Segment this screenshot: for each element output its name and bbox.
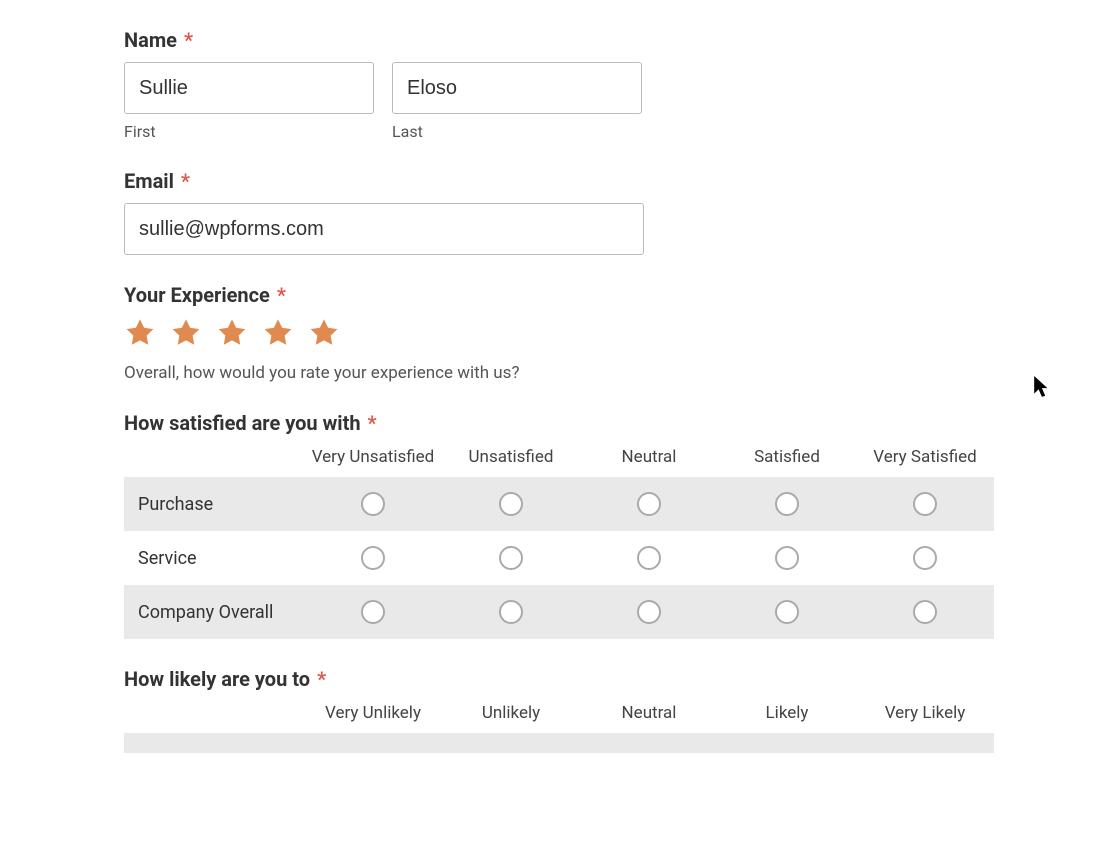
radio-button[interactable] bbox=[775, 492, 799, 516]
radio-button[interactable] bbox=[361, 492, 385, 516]
matrix-cell bbox=[304, 492, 442, 516]
experience-field: Your Experience * Overall, how would you… bbox=[124, 283, 996, 383]
star-icon[interactable] bbox=[262, 317, 294, 349]
cursor-icon bbox=[1034, 376, 1052, 398]
radio-button[interactable] bbox=[499, 600, 523, 624]
star-icon[interactable] bbox=[308, 317, 340, 349]
radio-button[interactable] bbox=[913, 492, 937, 516]
radio-button[interactable] bbox=[361, 546, 385, 570]
email-label: Email * bbox=[124, 169, 996, 193]
radio-button[interactable] bbox=[913, 600, 937, 624]
matrix-cell bbox=[718, 546, 856, 570]
required-marker: * bbox=[368, 411, 377, 435]
name-label-text: Name bbox=[124, 28, 177, 52]
radio-button[interactable] bbox=[637, 492, 661, 516]
experience-label-text: Your Experience bbox=[124, 283, 270, 307]
last-name-input[interactable] bbox=[392, 62, 642, 114]
matrix-row-label bbox=[124, 733, 304, 753]
survey-form: Name * First Last Email * Your Experienc… bbox=[0, 0, 996, 753]
matrix-column-header: Neutral bbox=[580, 447, 718, 467]
matrix-cell bbox=[580, 600, 718, 624]
required-marker: * bbox=[317, 667, 326, 691]
likelihood-label-text: How likely are you to bbox=[124, 667, 310, 691]
matrix-column-header: Satisfied bbox=[718, 447, 856, 467]
radio-button[interactable] bbox=[775, 546, 799, 570]
matrix-cell bbox=[856, 600, 994, 624]
matrix-row-label: Company Overall bbox=[124, 592, 304, 633]
likelihood-label: How likely are you to * bbox=[124, 667, 996, 691]
matrix-column-header: Likely bbox=[718, 703, 856, 723]
matrix-column-header: Very Satisfied bbox=[856, 447, 994, 467]
matrix-column-header: Unlikely bbox=[442, 703, 580, 723]
required-marker: * bbox=[181, 169, 190, 193]
satisfaction-label: How satisfied are you with * bbox=[124, 411, 996, 435]
satisfaction-label-text: How satisfied are you with bbox=[124, 411, 361, 435]
matrix-column-header: Very Unsatisfied bbox=[304, 447, 442, 467]
email-field: Email * bbox=[124, 169, 996, 255]
email-label-text: Email bbox=[124, 169, 174, 193]
experience-description: Overall, how would you rate your experie… bbox=[124, 363, 996, 383]
matrix-cell bbox=[442, 546, 580, 570]
matrix-cell bbox=[580, 546, 718, 570]
radio-button[interactable] bbox=[499, 492, 523, 516]
email-input[interactable] bbox=[124, 203, 644, 255]
likelihood-field: How likely are you to * Very UnlikelyUnl… bbox=[124, 667, 996, 753]
star-icon[interactable] bbox=[170, 317, 202, 349]
matrix-cell bbox=[718, 492, 856, 516]
first-name-input[interactable] bbox=[124, 62, 374, 114]
satisfaction-field: How satisfied are you with * Very Unsati… bbox=[124, 411, 996, 639]
star-rating[interactable] bbox=[124, 317, 996, 349]
matrix-row bbox=[124, 733, 994, 753]
matrix-column-header: Very Unlikely bbox=[304, 703, 442, 723]
matrix-column-header: Very Likely bbox=[856, 703, 994, 723]
first-name-sublabel: First bbox=[124, 122, 374, 141]
matrix-row: Purchase bbox=[124, 477, 994, 531]
matrix-cell bbox=[304, 546, 442, 570]
last-name-sublabel: Last bbox=[392, 122, 642, 141]
required-marker: * bbox=[277, 283, 286, 307]
satisfaction-matrix: Very UnsatisfiedUnsatisfiedNeutralSatisf… bbox=[124, 447, 994, 639]
matrix-cell bbox=[442, 600, 580, 624]
radio-button[interactable] bbox=[637, 546, 661, 570]
matrix-column-header: Unsatisfied bbox=[442, 447, 580, 467]
matrix-cell bbox=[718, 600, 856, 624]
matrix-cell bbox=[856, 492, 994, 516]
matrix-cell bbox=[580, 492, 718, 516]
matrix-column-header: Neutral bbox=[580, 703, 718, 723]
likelihood-matrix: Very UnlikelyUnlikelyNeutralLikelyVery L… bbox=[124, 703, 994, 753]
matrix-cell bbox=[304, 600, 442, 624]
matrix-header: Very UnsatisfiedUnsatisfiedNeutralSatisf… bbox=[124, 447, 994, 477]
matrix-row-label: Purchase bbox=[124, 484, 304, 525]
experience-label: Your Experience * bbox=[124, 283, 996, 307]
radio-button[interactable] bbox=[361, 600, 385, 624]
name-label: Name * bbox=[124, 28, 996, 52]
name-field: Name * First Last bbox=[124, 28, 996, 141]
matrix-row: Company Overall bbox=[124, 585, 994, 639]
matrix-row-label: Service bbox=[124, 538, 304, 579]
radio-button[interactable] bbox=[637, 600, 661, 624]
required-marker: * bbox=[184, 28, 193, 52]
matrix-row: Service bbox=[124, 531, 994, 585]
radio-button[interactable] bbox=[499, 546, 523, 570]
matrix-cell bbox=[442, 492, 580, 516]
matrix-header: Very UnlikelyUnlikelyNeutralLikelyVery L… bbox=[124, 703, 994, 733]
radio-button[interactable] bbox=[775, 600, 799, 624]
matrix-cell bbox=[856, 546, 994, 570]
radio-button[interactable] bbox=[913, 546, 937, 570]
star-icon[interactable] bbox=[216, 317, 248, 349]
star-icon[interactable] bbox=[124, 317, 156, 349]
